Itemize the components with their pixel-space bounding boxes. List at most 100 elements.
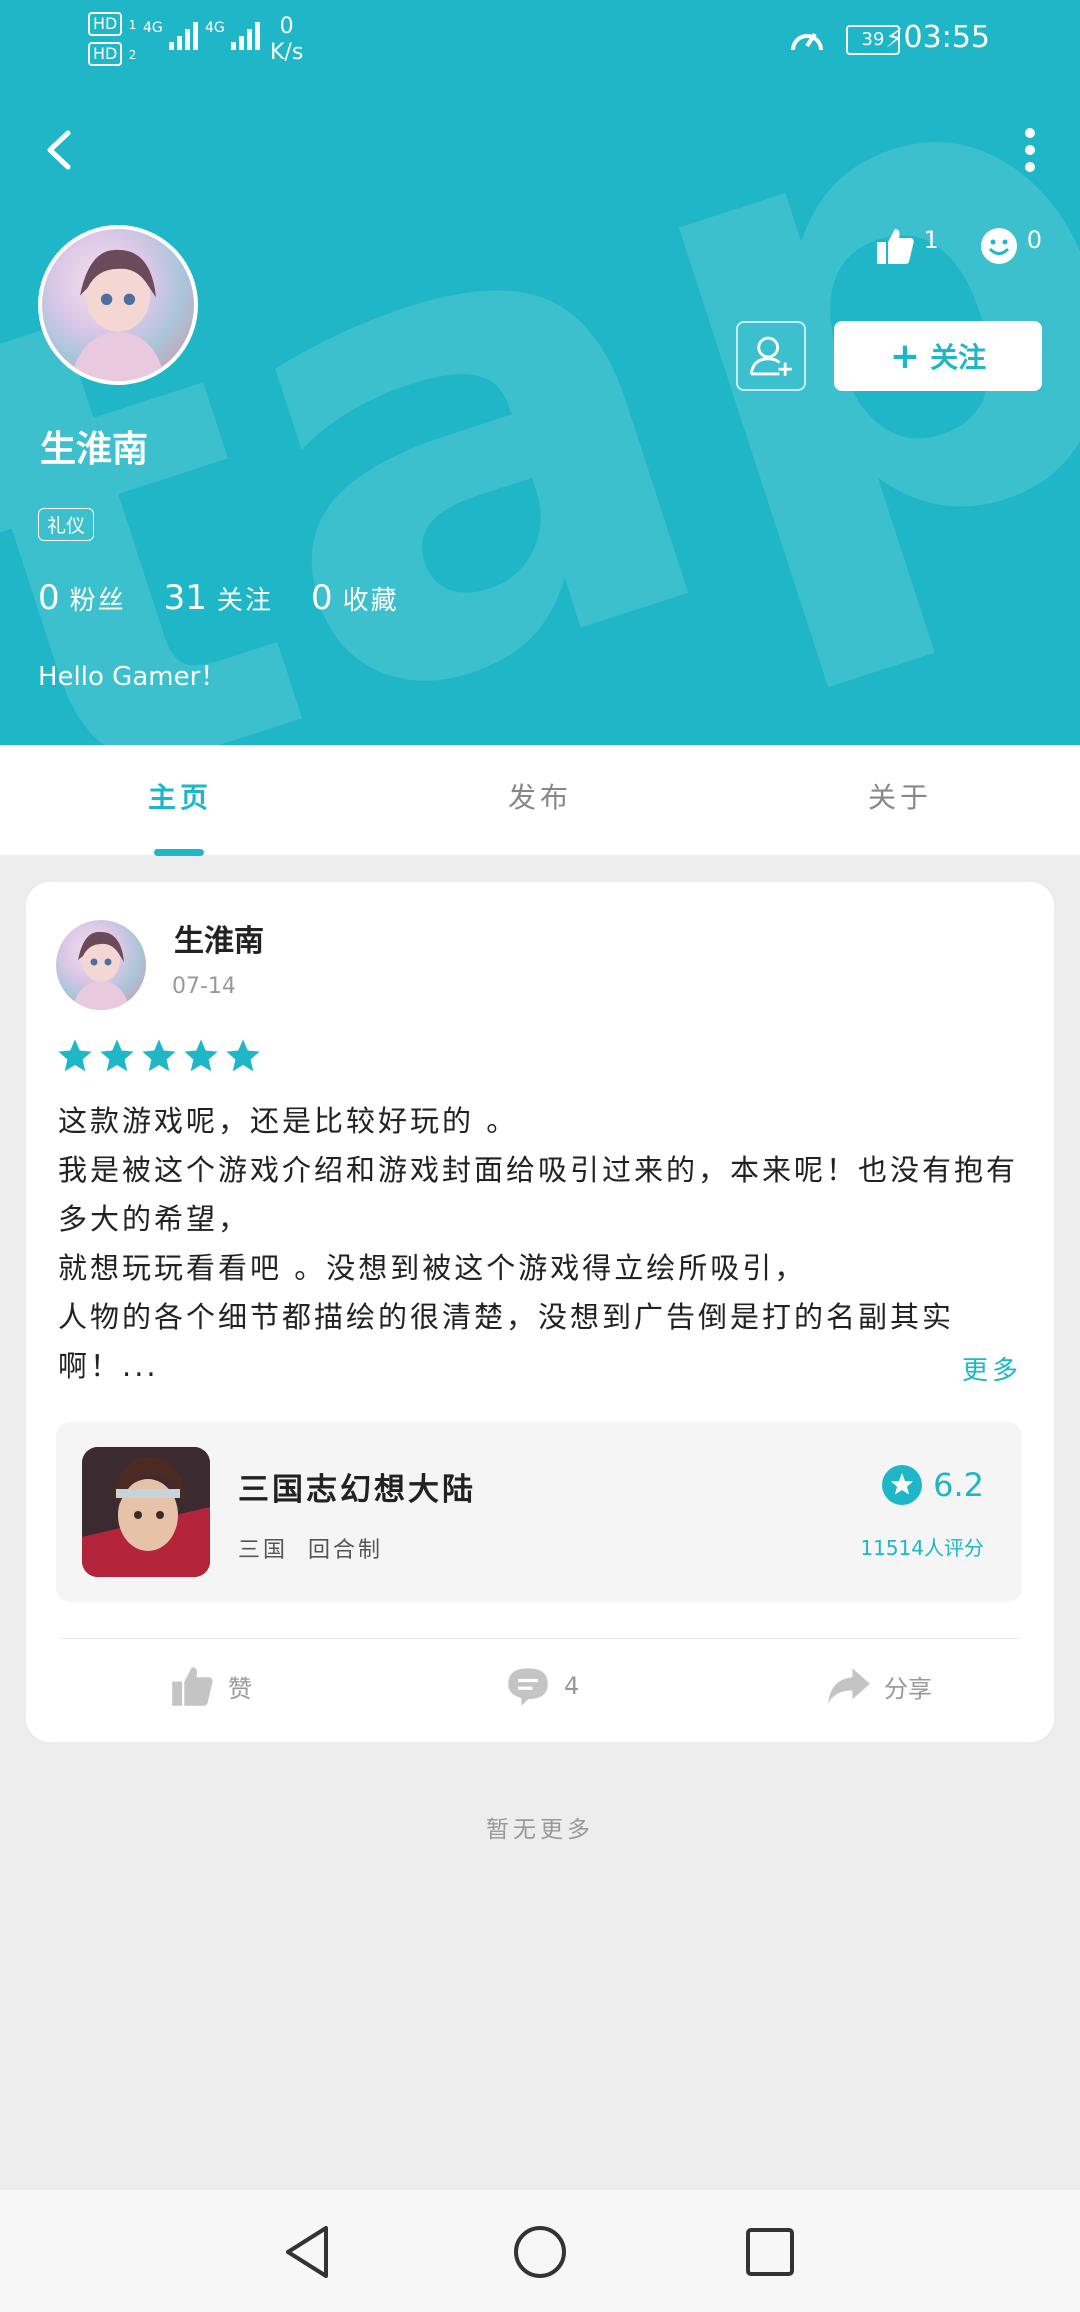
stat-number: 0 bbox=[310, 578, 333, 618]
speed-unit: K/s bbox=[270, 40, 304, 65]
game-tag: 三国 bbox=[238, 1538, 289, 1563]
game-tags: 三国 回合制 bbox=[238, 1532, 383, 1564]
hd-badge-2: HD bbox=[88, 42, 123, 66]
follow-button[interactable]: + 关注 bbox=[834, 321, 1042, 391]
sim1-label: 1 bbox=[128, 18, 137, 32]
net1-label: 4G bbox=[143, 20, 163, 36]
like-label: 赞 bbox=[228, 1674, 252, 1703]
comment-button[interactable]: 4 bbox=[506, 1664, 579, 1708]
star-icon bbox=[100, 1039, 134, 1072]
status-bar: HD 1 HD 2 4G 4G 0 K/s 39 ⚡03:55 bbox=[0, 0, 1080, 80]
signal-bars-icon bbox=[230, 22, 260, 50]
post-line: 这款游戏呢，还是比较好玩的 。 bbox=[58, 1104, 519, 1138]
stat-favorites[interactable]: 0 收藏 bbox=[311, 578, 399, 618]
speed-value: 0 bbox=[279, 14, 294, 39]
charging-icon: ⚡ bbox=[885, 24, 904, 54]
game-card[interactable]: 三国志幻想大陆 三国 回合制 6.2 11514人评分 bbox=[56, 1422, 1022, 1602]
like-button[interactable]: 赞 bbox=[170, 1664, 252, 1708]
rating-count: 11514人评分 bbox=[860, 1536, 984, 1560]
sim-indicators: HD 1 HD 2 bbox=[88, 12, 136, 72]
clock-time: 03:55 bbox=[903, 20, 990, 55]
emoji-count: 0 bbox=[1026, 226, 1042, 254]
star-icon bbox=[184, 1039, 218, 1072]
nav-home-icon[interactable] bbox=[508, 2220, 572, 2284]
likes-count: 1 bbox=[923, 226, 939, 254]
follow-label: 关注 bbox=[930, 341, 987, 374]
avatar[interactable] bbox=[38, 225, 198, 385]
comment-count: 4 bbox=[564, 1672, 580, 1700]
game-icon bbox=[82, 1447, 210, 1577]
post-actions: 赞 4 分享 bbox=[26, 1642, 1054, 1742]
watermark-logo: tap bbox=[0, 70, 1080, 745]
star-circle-icon bbox=[882, 1465, 923, 1505]
network-speed: 0 K/s bbox=[270, 14, 303, 66]
signal-2: 4G bbox=[205, 20, 267, 55]
net2-label: 4G bbox=[205, 20, 225, 36]
tab-home[interactable]: 主页 bbox=[0, 745, 360, 855]
no-more-text: 暂无更多 bbox=[486, 1817, 594, 1843]
system-nav-bar bbox=[0, 2190, 1080, 2312]
nav-back-icon[interactable] bbox=[276, 2220, 340, 2284]
star-icon bbox=[142, 1039, 176, 1072]
tab-posts[interactable]: 发布 bbox=[360, 745, 720, 855]
stat-number: 31 bbox=[163, 578, 207, 618]
plus-icon: + bbox=[889, 335, 921, 377]
post-line: 就想玩玩看看吧 。没想到被这个游戏得立绘所吸引， bbox=[58, 1251, 807, 1285]
back-arrow-icon[interactable] bbox=[36, 125, 86, 175]
post-author-name[interactable]: 生淮南 bbox=[174, 916, 264, 960]
stat-number: 0 bbox=[38, 578, 60, 618]
read-more-link[interactable]: 更多 bbox=[962, 1350, 1022, 1387]
post-line: 我是被这个游戏介绍和游戏封面给吸引过来的，本来呢！也没有抱有多大的希望， bbox=[58, 1153, 1019, 1236]
game-tag: 回合制 bbox=[308, 1538, 384, 1563]
signal-1: 4G bbox=[143, 20, 205, 55]
divider bbox=[60, 1638, 1020, 1639]
likes-emoji-row: 1 0 bbox=[875, 226, 1042, 266]
stat-label: 关注 bbox=[216, 586, 273, 616]
hd-badge-1: HD bbox=[88, 12, 123, 36]
game-title: 三国志幻想大陆 bbox=[238, 1472, 476, 1508]
profile-tabs: 主页 发布 关于 bbox=[0, 745, 1080, 856]
user-tag-badge[interactable]: 礼仪 bbox=[38, 508, 95, 541]
smiley-icon bbox=[980, 228, 1017, 264]
add-friend-button[interactable] bbox=[736, 321, 806, 391]
thumbs-up-icon bbox=[172, 1667, 213, 1706]
post-body[interactable]: 这款游戏呢，还是比较好玩的 。 我是被这个游戏介绍和游戏封面给吸引过来的，本来呢… bbox=[58, 1097, 1048, 1391]
more-options-icon[interactable] bbox=[1010, 125, 1050, 175]
share-label: 分享 bbox=[884, 1674, 932, 1703]
profile-emoji[interactable]: 0 bbox=[979, 226, 1042, 266]
avatar-image bbox=[70, 249, 166, 381]
clock: ⚡03:55 bbox=[885, 20, 990, 55]
game-rating: 6.2 bbox=[881, 1464, 984, 1506]
profile-bio: Hello Gamer！ bbox=[38, 662, 227, 692]
speed-gauge-icon bbox=[791, 32, 823, 51]
profile-header: tap HD 1 HD 2 4G 4G 0 K/s 39 ⚡03:55 1 0 … bbox=[0, 0, 1080, 745]
post-author-avatar[interactable] bbox=[56, 920, 146, 1010]
tab-about[interactable]: 关于 bbox=[720, 745, 1080, 855]
svg-text:tap: tap bbox=[0, 70, 1080, 745]
post-line: 人物的各个细节都描绘的很清楚，没想到广告倒是打的名副其实啊！... bbox=[58, 1300, 955, 1383]
stat-fans[interactable]: 0 粉丝 bbox=[38, 578, 126, 618]
nav-recents-icon[interactable] bbox=[738, 2220, 802, 2284]
profile-username: 生淮南 bbox=[40, 429, 149, 470]
profile-likes[interactable]: 1 bbox=[875, 226, 939, 266]
comment-bubble-icon bbox=[508, 1668, 548, 1706]
add-user-icon bbox=[749, 336, 792, 376]
post-date: 07-14 bbox=[172, 974, 236, 999]
share-arrow-icon bbox=[828, 1668, 870, 1704]
sim2-label: 2 bbox=[128, 48, 137, 62]
star-icon bbox=[226, 1039, 260, 1072]
thumbs-up-icon bbox=[877, 229, 915, 264]
game-artwork bbox=[82, 1447, 210, 1577]
share-button[interactable]: 分享 bbox=[826, 1664, 932, 1708]
star-icon bbox=[58, 1039, 92, 1072]
avatar-image bbox=[72, 931, 130, 1010]
active-tab-indicator bbox=[154, 849, 204, 856]
stat-label: 收藏 bbox=[342, 586, 399, 616]
profile-stats: 0 粉丝 31 关注 0 收藏 bbox=[38, 578, 399, 618]
review-card[interactable]: 生淮南 07-14 这款游戏呢，还是比较好玩的 。 我是被这个游戏介绍和游戏封面… bbox=[26, 882, 1054, 1742]
stat-label: 粉丝 bbox=[69, 586, 126, 616]
signal-bars-icon bbox=[168, 22, 198, 50]
game-score: 6.2 bbox=[933, 1466, 984, 1504]
stat-following[interactable]: 31 关注 bbox=[164, 578, 273, 618]
star-rating bbox=[56, 1037, 262, 1075]
